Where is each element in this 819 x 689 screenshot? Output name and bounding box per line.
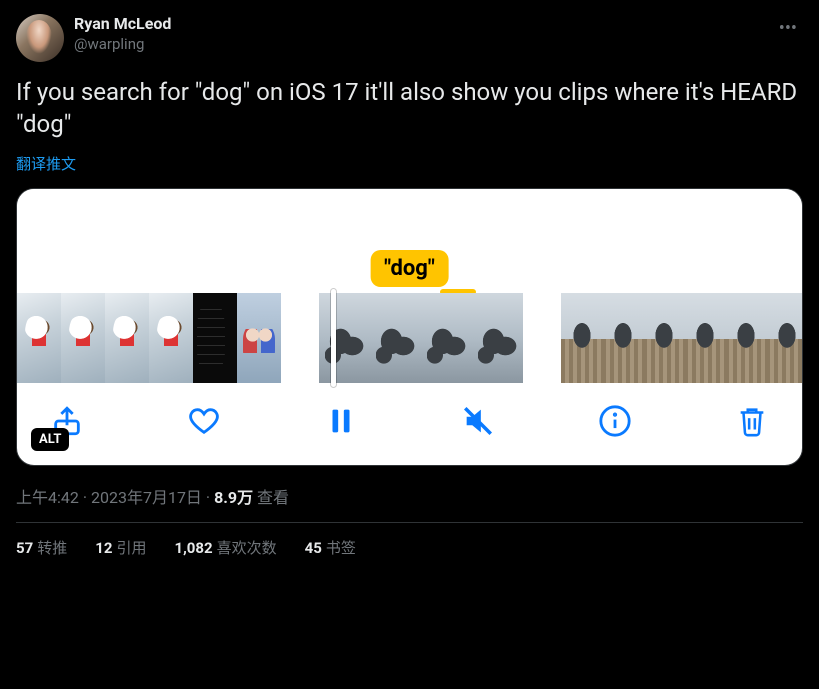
bookmarks-stat[interactable]: 45书签	[305, 537, 356, 558]
speaker-muted-icon	[461, 404, 495, 438]
clip-group-1[interactable]	[17, 293, 281, 383]
info-button[interactable]	[595, 401, 635, 441]
retweets-stat[interactable]: 57转推	[16, 537, 67, 558]
delete-button[interactable]	[732, 401, 772, 441]
ellipsis-icon: •••	[779, 18, 797, 39]
timeline-frame	[237, 293, 281, 383]
timeline-frame	[725, 293, 766, 383]
likes-count: 1,082	[174, 539, 212, 557]
alt-badge[interactable]: ALT	[31, 428, 69, 451]
heart-icon	[187, 404, 221, 438]
quotes-label: 引用	[116, 539, 146, 557]
retweets-label: 转推	[37, 539, 67, 557]
media-card[interactable]: "dog"	[16, 188, 803, 466]
clip-group-2[interactable]	[319, 293, 523, 383]
timeline-frame	[421, 293, 472, 383]
views-count: 8.9万	[214, 488, 253, 507]
bookmarks-count: 45	[305, 539, 322, 557]
timeline-frame	[766, 293, 803, 383]
timeline-frame	[643, 293, 684, 383]
trash-icon	[735, 404, 769, 438]
timeline-frame	[17, 293, 61, 383]
likes-stat[interactable]: 1,082 喜欢次数	[174, 537, 276, 558]
playhead[interactable]	[331, 289, 336, 387]
tweet-container: Ryan McLeod @warpling ••• If you search …	[0, 0, 819, 572]
favorite-button[interactable]	[184, 401, 224, 441]
tweet-text: If you search for "dog" on iOS 17 it'll …	[16, 76, 803, 141]
timeline-frame	[149, 293, 193, 383]
translate-link[interactable]: 翻译推文	[16, 153, 76, 174]
quotes-count: 12	[95, 539, 112, 557]
timeline-frame	[193, 293, 237, 383]
pause-button[interactable]	[321, 401, 361, 441]
timeline-frame	[472, 293, 523, 383]
display-name: Ryan McLeod	[74, 14, 171, 35]
timeline-frame	[105, 293, 149, 383]
clip-group-3[interactable]	[561, 293, 803, 383]
likes-label: 喜欢次数	[217, 539, 277, 557]
handle: @warpling	[74, 35, 171, 55]
retweets-count: 57	[16, 539, 33, 557]
media-top-area: "dog"	[17, 189, 802, 293]
pause-icon	[324, 404, 358, 438]
avatar[interactable]	[16, 14, 64, 62]
quotes-stat[interactable]: 12引用	[95, 537, 146, 558]
author-names[interactable]: Ryan McLeod @warpling	[74, 14, 171, 54]
timeline-frame	[370, 293, 421, 383]
media-toolbar	[17, 383, 802, 465]
timeline-frame	[602, 293, 643, 383]
info-icon	[598, 404, 632, 438]
timeline-frame	[61, 293, 105, 383]
more-options-button[interactable]: •••	[773, 14, 803, 44]
caption-label: "dog"	[370, 250, 449, 287]
timeline-frame	[684, 293, 725, 383]
tweet-metadata[interactable]: 上午4:42 · 2023年7月17日 · 8.9万 查看	[16, 484, 803, 508]
tweet-header: Ryan McLeod @warpling •••	[16, 14, 803, 62]
tweet-date: 2023年7月17日	[91, 488, 202, 507]
mute-button[interactable]	[458, 401, 498, 441]
bookmarks-label: 书签	[326, 539, 356, 557]
timeline-frame	[319, 293, 370, 383]
tweet-time: 上午4:42	[16, 488, 79, 507]
video-timeline[interactable]	[17, 293, 802, 383]
views-label: 查看	[257, 488, 289, 507]
timeline-frame	[561, 293, 602, 383]
engagement-stats: 57转推 12引用 1,082 喜欢次数 45书签	[16, 523, 803, 572]
